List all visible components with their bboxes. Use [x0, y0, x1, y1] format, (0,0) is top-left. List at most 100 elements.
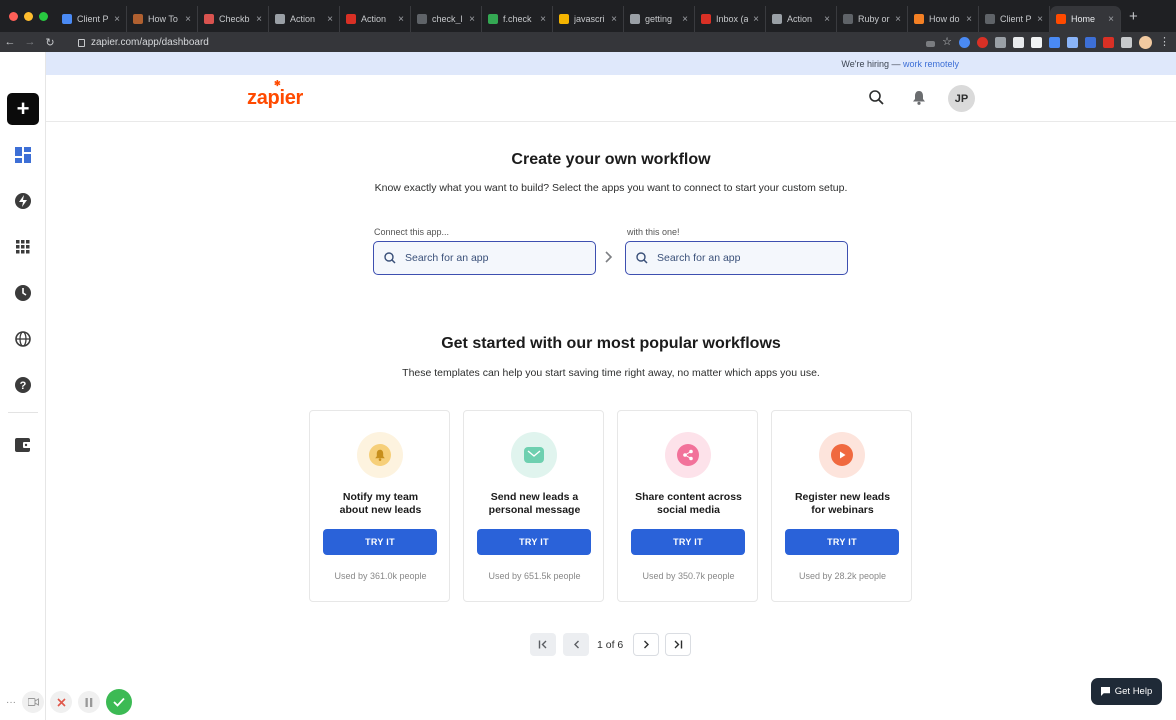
close-window-button[interactable]: [9, 11, 18, 21]
chevron-right-icon: [643, 640, 649, 649]
tab-close-icon[interactable]: ×: [682, 14, 688, 25]
history-clock-icon[interactable]: [14, 284, 32, 302]
usage-count: Used by 651.5k people: [488, 571, 581, 581]
workflow-card: Share content across social media TRY IT…: [617, 410, 758, 602]
key-icon[interactable]: [926, 41, 936, 47]
recorder-controls: ···: [6, 689, 132, 715]
camera-icon[interactable]: [22, 691, 44, 713]
url-field[interactable]: zapier.com/app/dashboard: [78, 37, 209, 48]
finish-recording-icon[interactable]: [106, 689, 132, 715]
tab-close-icon[interactable]: ×: [469, 14, 475, 25]
maximize-window-button[interactable]: [39, 11, 48, 21]
create-zap-button[interactable]: +: [7, 93, 39, 125]
browser-tab[interactable]: Action ×: [340, 6, 411, 32]
browser-tab[interactable]: Client P ×: [979, 6, 1050, 32]
pause-icon[interactable]: [78, 691, 100, 713]
tab-close-icon[interactable]: ×: [895, 14, 901, 25]
tab-close-icon[interactable]: ×: [185, 14, 191, 25]
tab-close-icon[interactable]: ×: [540, 14, 546, 25]
extension-icon[interactable]: [959, 37, 970, 48]
wallet-icon[interactable]: [14, 436, 32, 454]
zapier-logo[interactable]: zapier ✱: [247, 79, 304, 110]
sidebar-divider: [8, 412, 38, 413]
extension-icon[interactable]: [1013, 37, 1024, 48]
extension-icon[interactable]: [1121, 37, 1132, 48]
tab-favicon-icon: [488, 14, 498, 24]
logo-text: zapier: [247, 87, 304, 109]
browser-tab[interactable]: Action ×: [269, 6, 340, 32]
notification-bell-icon[interactable]: [912, 90, 926, 110]
tab-close-icon[interactable]: ×: [256, 14, 262, 25]
browser-tab[interactable]: Client P ×: [56, 6, 127, 32]
extension-icon[interactable]: [995, 37, 1006, 48]
bell-icon: [369, 444, 391, 466]
browser-tab[interactable]: Home ×: [1050, 6, 1121, 32]
try-it-button[interactable]: TRY IT: [785, 529, 899, 555]
try-it-button[interactable]: TRY IT: [323, 529, 437, 555]
work-remotely-link[interactable]: work remotely: [903, 59, 959, 69]
extensions-area: ☆ ⋮: [926, 36, 1170, 49]
with-app-label: with this one!: [627, 227, 680, 237]
try-it-button[interactable]: TRY IT: [477, 529, 591, 555]
forward-button[interactable]: →: [20, 36, 40, 48]
tab-close-icon[interactable]: ×: [327, 14, 333, 25]
first-page-button[interactable]: [530, 633, 556, 656]
globe-icon[interactable]: [14, 330, 32, 348]
action-app-search-input[interactable]: Search for an app: [625, 241, 848, 275]
reload-button[interactable]: ↻: [40, 36, 60, 49]
hiring-banner: We're hiring — work remotely: [46, 52, 1176, 75]
extension-icon[interactable]: [1085, 37, 1096, 48]
get-help-button[interactable]: Get Help: [1091, 678, 1162, 705]
page-indicator: 1 of 6: [597, 639, 624, 651]
tab-close-icon[interactable]: ×: [611, 14, 617, 25]
previous-page-button[interactable]: [563, 633, 589, 656]
last-page-button[interactable]: [665, 633, 691, 656]
browser-tab[interactable]: f.check ×: [482, 6, 553, 32]
tab-label: Home: [1071, 14, 1096, 24]
back-button[interactable]: ←: [0, 36, 20, 48]
trigger-search-placeholder: Search for an app: [405, 252, 489, 264]
browser-tab[interactable]: javascri ×: [553, 6, 624, 32]
search-icon[interactable]: [869, 90, 884, 110]
last-page-icon: [674, 640, 683, 649]
apps-icon[interactable]: [14, 238, 32, 256]
dashboard-icon[interactable]: [14, 146, 32, 164]
browser-tab[interactable]: Action ×: [766, 6, 837, 32]
try-it-button[interactable]: TRY IT: [631, 529, 745, 555]
tab-close-icon[interactable]: ×: [1108, 14, 1114, 25]
extension-icon[interactable]: [1049, 37, 1060, 48]
extension-icon[interactable]: [977, 37, 988, 48]
browser-tab[interactable]: How do ×: [908, 6, 979, 32]
profile-avatar-icon[interactable]: [1139, 36, 1152, 49]
browser-tab[interactable]: check_l ×: [411, 6, 482, 32]
browser-tab[interactable]: How To ×: [127, 6, 198, 32]
next-page-button[interactable]: [633, 633, 659, 656]
tab-close-icon[interactable]: ×: [398, 14, 404, 25]
help-icon[interactable]: ?: [14, 376, 32, 394]
address-bar: ← → ↻ zapier.com/app/dashboard ☆ ⋮: [0, 32, 1176, 52]
tab-favicon-icon: [843, 14, 853, 24]
star-icon[interactable]: ☆: [942, 37, 952, 48]
browser-tab[interactable]: Ruby or ×: [837, 6, 908, 32]
tab-favicon-icon: [133, 14, 143, 24]
tab-close-icon[interactable]: ×: [114, 14, 120, 25]
browser-tab[interactable]: getting ×: [624, 6, 695, 32]
card-title: Notify my team about new leads: [316, 491, 445, 517]
tab-close-icon[interactable]: ×: [966, 14, 972, 25]
more-options-icon[interactable]: ···: [6, 697, 16, 708]
zaps-icon[interactable]: [14, 192, 32, 210]
extension-icon[interactable]: [1103, 37, 1114, 48]
tab-close-icon[interactable]: ×: [1037, 14, 1043, 25]
trigger-app-search-input[interactable]: Search for an app: [373, 241, 596, 275]
browser-tab[interactable]: Checkb ×: [198, 6, 269, 32]
browser-tab[interactable]: Inbox (a ×: [695, 6, 766, 32]
new-tab-button[interactable]: +: [1129, 8, 1138, 25]
extension-icon[interactable]: [1031, 37, 1042, 48]
extension-icon[interactable]: [1067, 37, 1078, 48]
more-menu-icon[interactable]: ⋮: [1159, 37, 1170, 48]
tab-close-icon[interactable]: ×: [753, 14, 759, 25]
user-avatar[interactable]: JP: [948, 85, 975, 112]
tab-close-icon[interactable]: ×: [824, 14, 830, 25]
minimize-window-button[interactable]: [24, 11, 33, 21]
cancel-recording-icon[interactable]: [50, 691, 72, 713]
